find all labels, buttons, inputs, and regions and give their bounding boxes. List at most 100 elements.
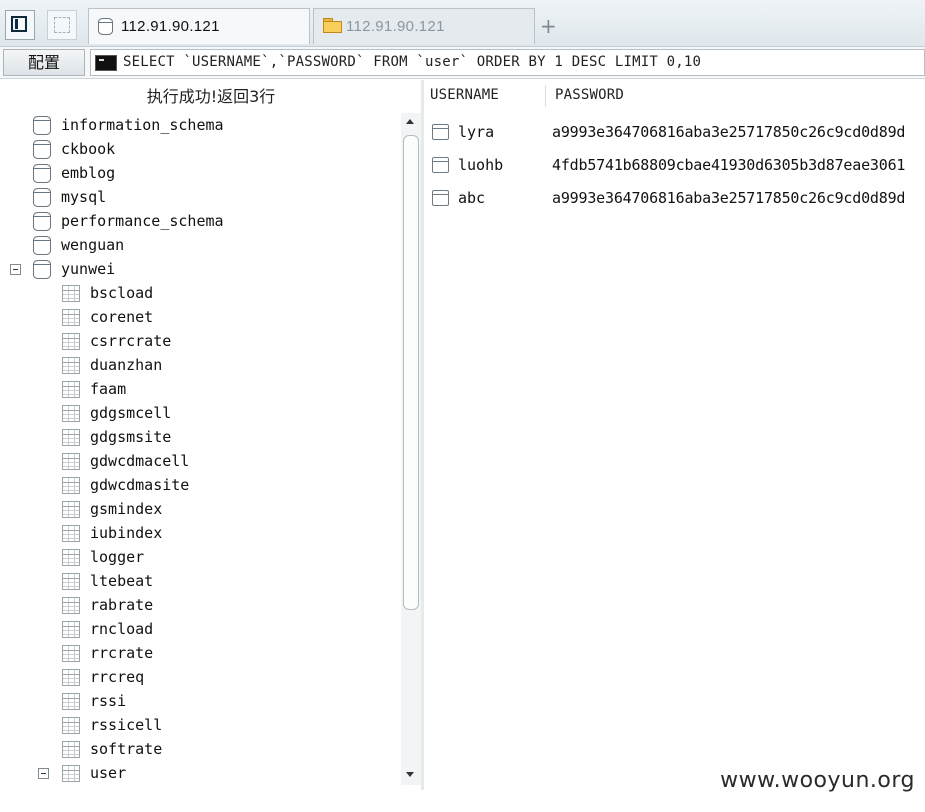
table-icon [62,548,80,566]
tree-table-gdgsmcell[interactable]: gdgsmcell [62,401,171,425]
tree-db-emblog[interactable]: emblog [33,161,115,185]
tree-table-rrcrate[interactable]: rrcrate [62,641,153,665]
scroll-up-icon[interactable] [406,119,414,124]
row-icon [432,124,449,140]
tree-table-rabrate[interactable]: rabrate [62,593,153,617]
result-row[interactable]: abc a9993e364706816aba3e25717850c26c9cd0… [425,184,925,214]
cell-password: a9993e364706816aba3e25717850c26c9cd0d89d [552,189,906,207]
tab-label: 112.91.90.121 [121,18,220,35]
tree-table-gdwcdmacell[interactable]: gdwcdmacell [62,449,189,473]
watermark: www.wooyun.org [720,768,915,793]
result-row[interactable]: luohb 4fdb5741b68809cbae41930d6305b3d87e… [425,151,925,181]
table-icon [62,692,80,710]
database-icon [33,235,51,255]
tab-label: 112.91.90.121 [346,18,445,35]
tree-table-label: gdwcdmasite [90,476,190,494]
table-icon [62,596,80,614]
collapse-icon[interactable] [38,768,49,779]
tab-bar: 112.91.90.121 112.91.90.121 + [0,0,925,47]
tree-table-label: csrrcrate [90,332,172,350]
cell-password: 4fdb5741b68809cbae41930d6305b3d87eae3061 [552,156,906,174]
tree-table-bscload[interactable]: bscload [62,281,153,305]
window-icon [54,17,70,33]
tree-table-label: iubindex [90,524,163,542]
cell-password: a9993e364706816aba3e25717850c26c9cd0d89d [552,123,906,141]
tree-db-ckbook[interactable]: ckbook [33,137,115,161]
scroll-down-icon[interactable] [406,772,414,777]
database-icon [33,139,51,159]
add-tab-icon[interactable]: + [540,16,557,36]
column-header-username[interactable]: USERNAME [430,87,499,103]
tree-db-label: performance_schema [61,212,224,230]
table-icon [62,476,80,494]
table-icon [62,764,80,782]
tree-table-duanzhan[interactable]: duanzhan [62,353,162,377]
tree-table-gdgsmsite[interactable]: gdgsmsite [62,425,171,449]
row-icon [432,157,449,173]
sql-input[interactable]: SELECT `USERNAME`,`PASSWORD` FROM `user`… [90,49,925,76]
tree-table-label: duanzhan [90,356,163,374]
tree-db-wenguan[interactable]: wenguan [33,233,124,257]
column-header-password[interactable]: PASSWORD [555,87,624,103]
table-icon [62,380,80,398]
database-icon [33,163,51,183]
tab-connection-inactive[interactable]: 112.91.90.121 [313,8,535,44]
tree-db-label: information_schema [61,116,224,134]
tree-table-softrate[interactable]: softrate [62,737,162,761]
tree-db-mysql[interactable]: mysql [33,185,106,209]
tree-table-corenet[interactable]: corenet [62,305,153,329]
table-icon [62,572,80,590]
result-row[interactable]: lyra a9993e364706816aba3e25717850c26c9cd… [425,118,925,148]
tree-table-label: gdgsmsite [90,428,172,446]
table-icon [62,308,80,326]
tree-db-yunwei[interactable]: yunwei [33,257,115,281]
tree-table-label: rrcrate [90,644,154,662]
tree-table-gsmindex[interactable]: gsmindex [62,497,162,521]
database-tree: information_schemackbook emblog mysql perfo… [0,113,400,788]
tree-db-label: wenguan [61,236,125,254]
tree-table-ltebeat[interactable]: ltebeat [62,569,153,593]
tree-table-label: rrcreq [90,668,145,686]
row-icon [432,190,449,206]
collapse-icon[interactable] [10,264,21,275]
config-button[interactable]: 配置 [3,49,85,76]
table-icon [62,620,80,638]
tree-db-label: ckbook [61,140,116,158]
scroll-thumb[interactable] [403,135,419,610]
tree-table-label: logger [90,548,145,566]
pane-divider[interactable] [421,80,424,790]
panel-toggle-button[interactable] [5,10,35,40]
cell-username: abc [458,189,486,207]
tree-table-logger[interactable]: logger [62,545,144,569]
tree-scrollbar[interactable] [401,113,421,785]
table-icon [62,668,80,686]
sql-toolbar: 配置 SELECT `USERNAME`,`PASSWORD` FROM `us… [0,47,925,79]
tree-table-label: softrate [90,740,163,758]
tab-connection-active[interactable]: 112.91.90.121 [88,8,310,44]
table-icon [62,428,80,446]
tree-table-iubindex[interactable]: iubindex [62,521,162,545]
tree-table-user[interactable]: user [62,761,126,785]
table-icon [62,332,80,350]
tree-table-rssi[interactable]: rssi [62,689,126,713]
tree-db-label: yunwei [61,260,116,278]
tree-table-gdwcdmasite[interactable]: gdwcdmasite [62,473,189,497]
tree-table-label: corenet [90,308,154,326]
tree-table-faam[interactable]: faam [62,377,126,401]
tree-table-rssicell[interactable]: rssicell [62,713,162,737]
column-separator [545,86,546,106]
new-window-button[interactable] [47,10,77,40]
table-icon [62,500,80,518]
database-icon [33,259,51,279]
tree-table-rrcreq[interactable]: rrcreq [62,665,144,689]
tree-db-information_schema[interactable]: information_schema [33,113,224,137]
tree-table-label: user [90,764,127,782]
database-icon [33,211,51,231]
tree-table-csrrcrate[interactable]: csrrcrate [62,329,171,353]
tree-table-rncload[interactable]: rncload [62,617,153,641]
table-icon [62,404,80,422]
tree-table-label: faam [90,380,127,398]
tree-db-performance_schema[interactable]: performance_schema [33,209,224,233]
database-icon [98,18,113,39]
terminal-icon [95,55,117,71]
